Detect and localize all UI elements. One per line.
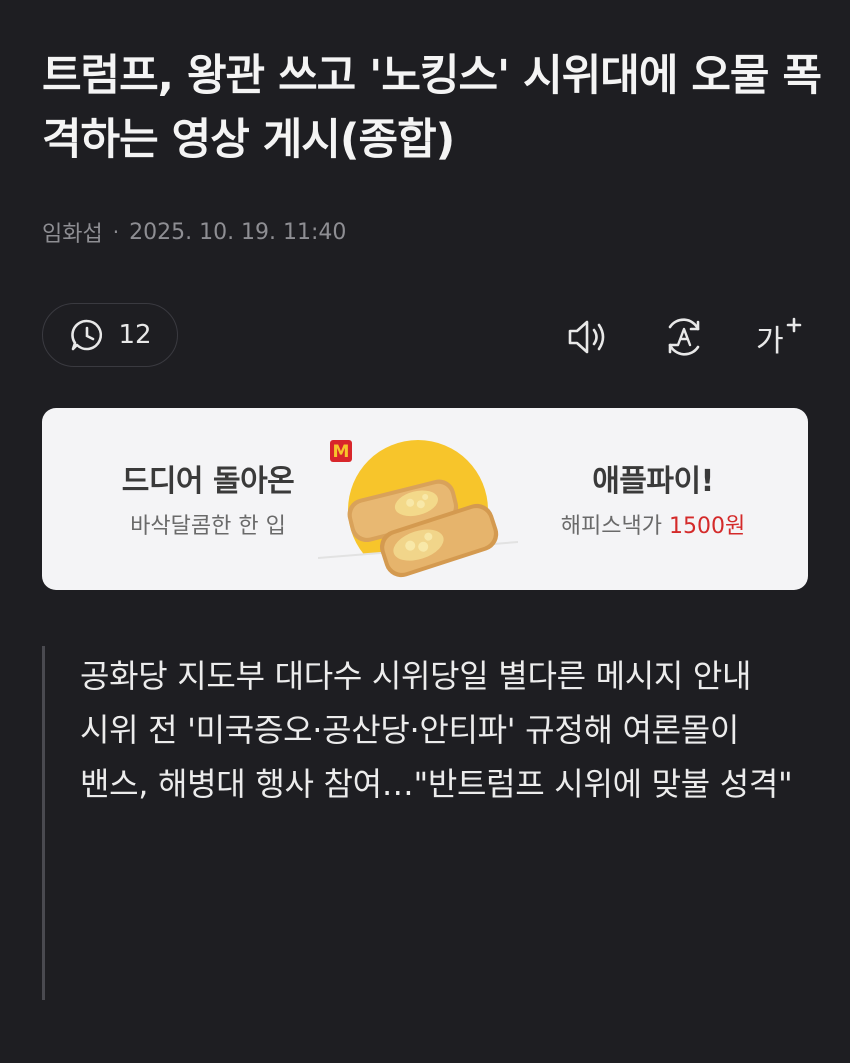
ad-left-text: 드디어 돌아온 바삭달콤한 한 입 [108,456,308,540]
ad-price-line: 해피스낵가 1500원 [528,508,778,540]
meta-separator: · [112,220,120,244]
listen-button[interactable] [566,315,610,359]
comment-button[interactable]: 12 [42,303,178,367]
article-headline: 트럼프, 왕관 쓰고 '노킹스' 시위대에 오물 폭격하는 영상 게시(종합) [42,51,822,165]
ad-right-text: 애플파이! 해피스낵가 1500원 [528,456,778,540]
svg-text:M: M [333,442,350,462]
publish-date: 2025. 10. 19. 11:40 [129,219,347,245]
ad-headline: 드디어 돌아온 [121,464,295,499]
article-meta: 임화섭 · 2025. 10. 19. 11:40 [42,216,346,248]
speaker-icon [568,320,605,354]
ad-price: 1500원 [668,514,746,539]
svg-text:가: 가 [756,324,784,359]
translate-button[interactable] [662,315,706,359]
ad-price-label: 해피스낵가 [560,514,662,539]
translate-icon [668,318,700,356]
font-size-icon: 가 [756,317,802,359]
ad-subheadline: 바삭달콤한 한 입 [130,514,286,539]
article-summary: 공화당 지도부 대다수 시위당일 별다른 메시지 안내 시위 전 '미국증오·공… [42,646,815,1000]
advertisement-banner[interactable]: 드디어 돌아온 바삭달콤한 한 입 M 애플파이! 해피스낵가 1500원 [42,408,808,590]
comment-icon [71,319,103,351]
summary-text: 공화당 지도부 대다수 시위당일 별다른 메시지 안내 시위 전 '미국증오·공… [80,657,793,803]
ad-product-name: 애플파이! [592,464,714,499]
author-name[interactable]: 임화섭 [42,216,103,248]
article-toolbar: 12 가 [42,303,808,369]
comment-count: 12 [118,320,152,350]
apple-pie-image: M [318,440,518,580]
font-size-button[interactable]: 가 [754,315,802,359]
